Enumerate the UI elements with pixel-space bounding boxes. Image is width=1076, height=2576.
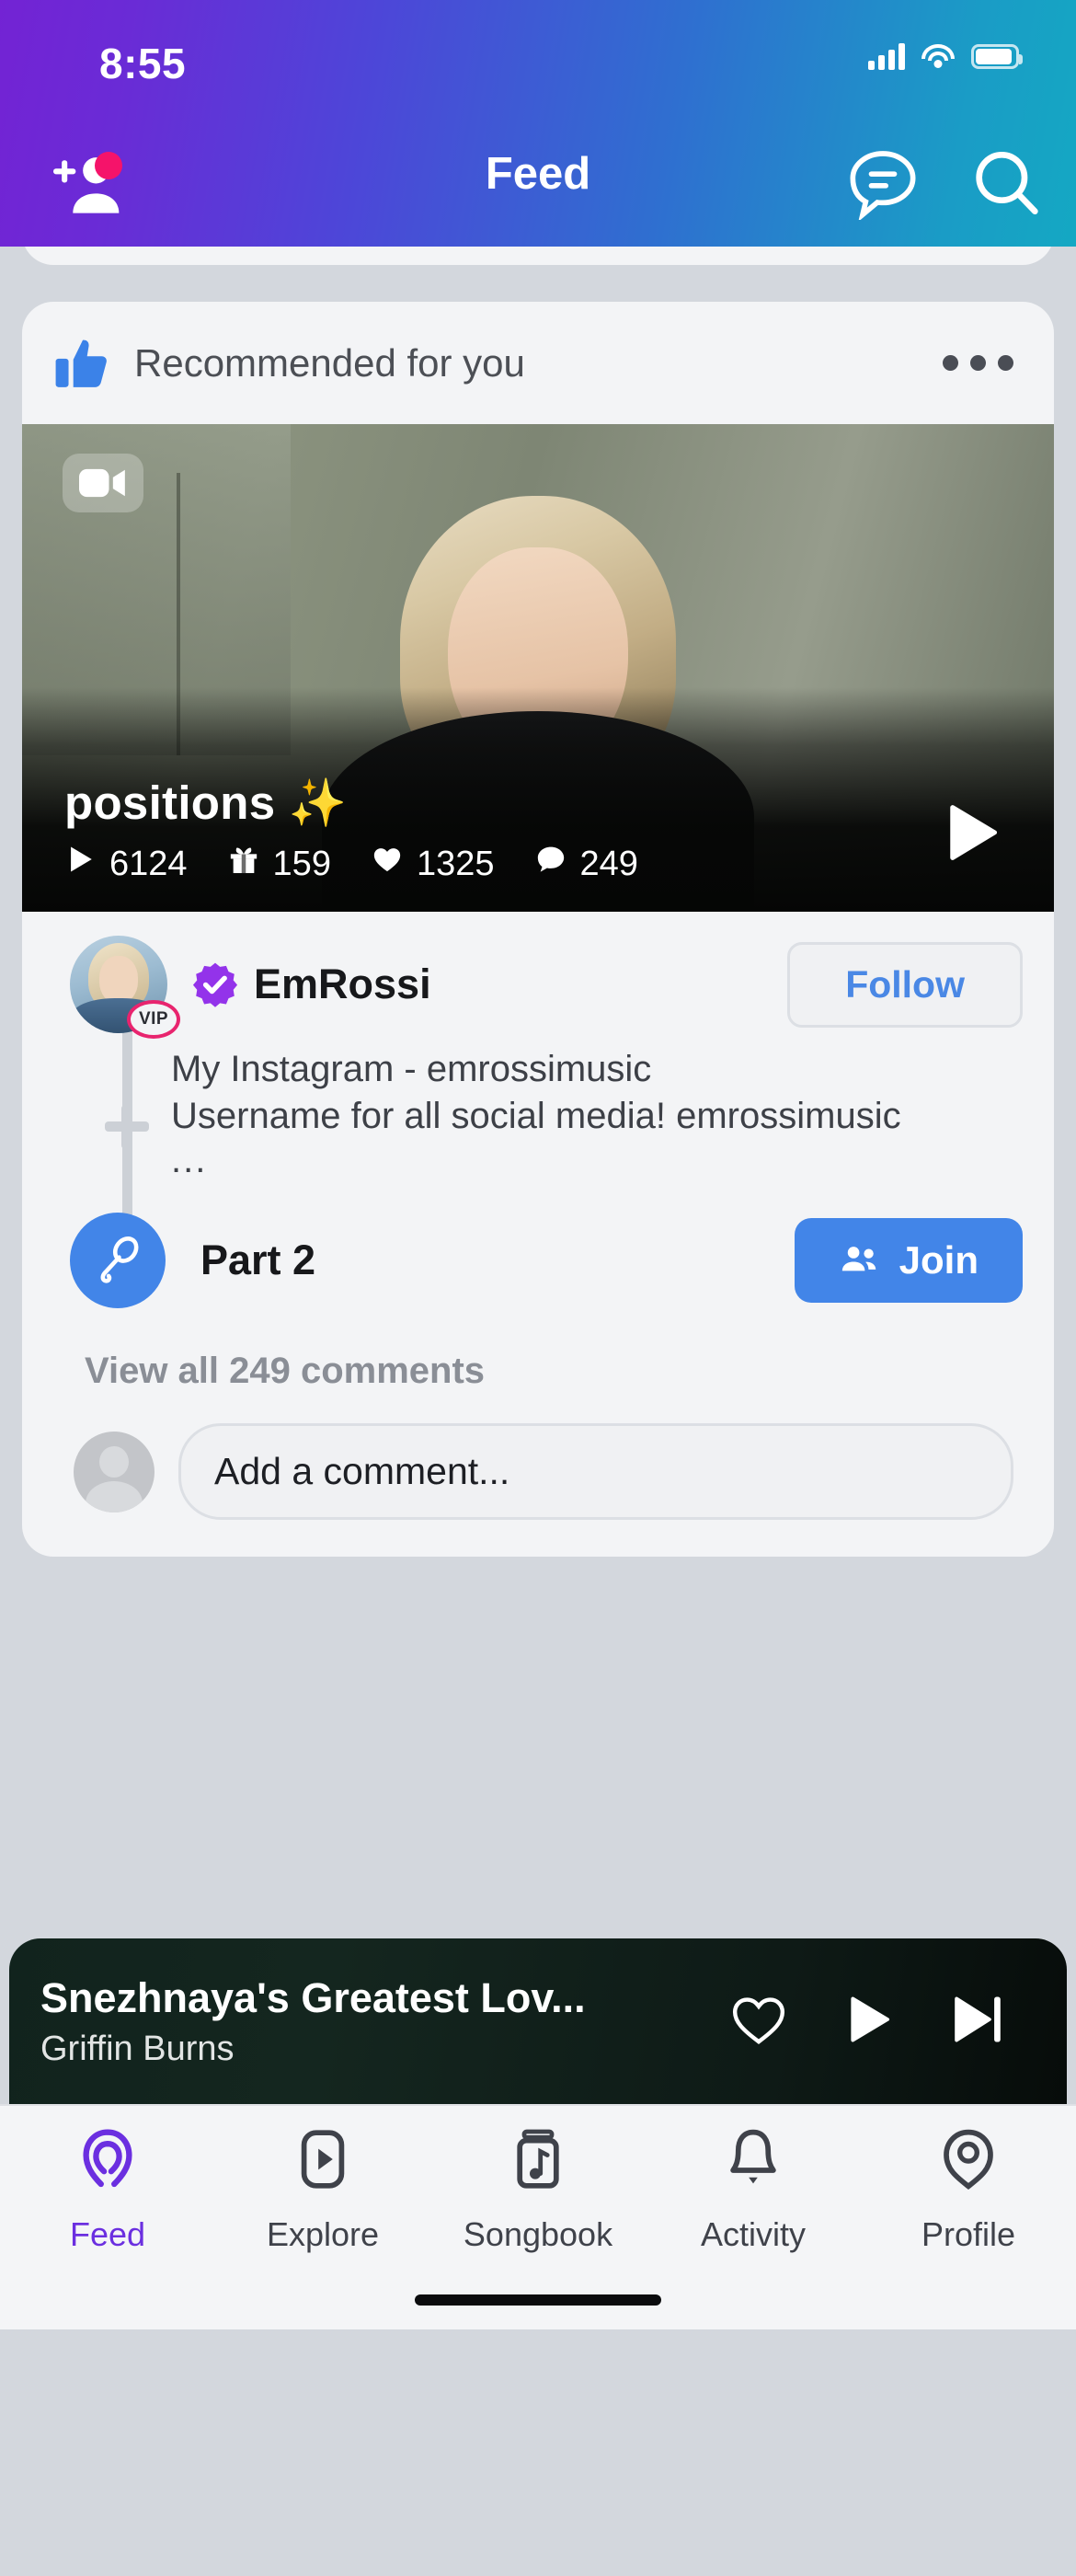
battery-icon	[971, 43, 1023, 69]
stat-comments-value: 249	[579, 844, 638, 883]
default-avatar-icon	[74, 1431, 155, 1512]
stat-likes: 1325	[372, 844, 495, 884]
status-time: 8:55	[99, 40, 187, 87]
stat-plays-value: 6124	[109, 844, 188, 883]
description-line-1: My Instagram - emrossimusic	[171, 1049, 652, 1089]
skip-next-icon[interactable]	[949, 1991, 1006, 2053]
cellular-signal-icon	[868, 42, 905, 70]
tab-feed-label: Feed	[69, 2215, 146, 2253]
home-indicator	[415, 2294, 661, 2306]
gift-icon	[228, 844, 259, 884]
feed-icon	[74, 2126, 141, 2201]
top-bar: 8:55 Feed	[0, 0, 1076, 247]
wifi-icon	[921, 43, 955, 69]
comment-input[interactable]	[178, 1423, 1013, 1521]
video-info-overlay: positions ✨ 6124 159 1325 249	[64, 776, 638, 884]
description-ellipsis[interactable]: ...	[171, 1140, 999, 1181]
stat-gifts: 159	[228, 844, 331, 884]
author-row: VIP EmRossi Follow	[22, 912, 1054, 1039]
post-card-header: Recommended for you	[22, 302, 1054, 424]
bell-icon	[720, 2126, 786, 2201]
explore-icon	[290, 2126, 356, 2201]
tab-explore-label: Explore	[266, 2215, 380, 2253]
video-title: positions ✨	[64, 776, 348, 829]
profile-icon	[935, 2126, 1002, 2201]
play-icon	[64, 844, 96, 884]
add-comment-row	[22, 1392, 1054, 1557]
search-icon[interactable]	[969, 146, 1043, 220]
stat-likes-value: 1325	[416, 844, 495, 883]
avatar[interactable]: VIP	[70, 936, 180, 1039]
comment-icon	[535, 844, 567, 884]
post-description[interactable]: My Instagram - emrossimusic Username for…	[22, 1033, 1054, 1181]
thumbs-up-icon	[53, 335, 110, 392]
microphone-icon[interactable]	[70, 1213, 166, 1309]
play-icon[interactable]	[841, 1991, 898, 2053]
songbook-icon	[505, 2126, 571, 2201]
verified-badge-icon	[191, 960, 239, 1008]
join-button-label: Join	[899, 1238, 979, 1282]
people-icon	[839, 1238, 881, 1282]
tab-profile[interactable]: Profile	[861, 2126, 1076, 2254]
stat-comments: 249	[535, 844, 638, 884]
mini-player-controls	[728, 1989, 1030, 2054]
tab-songbook[interactable]: Songbook	[430, 2126, 646, 2254]
messages-icon[interactable]	[846, 146, 920, 222]
description-line-2: Username for all social media! emrossimu…	[171, 1096, 901, 1137]
join-button[interactable]: Join	[794, 1218, 1023, 1304]
video-camera-icon	[63, 454, 143, 512]
part-label: Part 2	[200, 1236, 316, 1284]
mini-player[interactable]: Snezhnaya's Greatest Lov... Griffin Burn…	[9, 1938, 1067, 2104]
status-indicators	[868, 42, 1023, 70]
mini-player-title: Snezhnaya's Greatest Lov...	[40, 1973, 586, 2021]
heart-outline-icon[interactable]	[728, 1989, 789, 2054]
video-play-button[interactable]	[938, 799, 1006, 871]
follow-button[interactable]: Follow	[787, 941, 1023, 1028]
tab-feed[interactable]: Feed	[0, 2126, 215, 2254]
view-all-comments-link[interactable]: View all 249 comments	[22, 1308, 1054, 1392]
stat-plays: 6124	[64, 844, 188, 884]
stat-gifts-value: 159	[272, 844, 331, 883]
more-options-icon[interactable]	[943, 355, 1023, 371]
status-bar: 8:55	[0, 0, 1076, 115]
tab-activity-label: Activity	[700, 2215, 806, 2253]
tab-profile-label: Profile	[921, 2215, 1016, 2253]
post-body: VIP EmRossi Follow My Instagram - emross…	[22, 912, 1054, 1557]
author-username[interactable]: EmRossi	[254, 960, 431, 1008]
tab-activity[interactable]: Activity	[646, 2126, 861, 2254]
video-preview[interactable]: positions ✨ 6124 159 1325 249	[22, 424, 1054, 912]
mini-player-meta: Snezhnaya's Greatest Lov... Griffin Burn…	[40, 1974, 728, 2069]
tab-songbook-label: Songbook	[463, 2215, 613, 2253]
nav-bar: Feed	[0, 115, 1076, 247]
tab-explore[interactable]: Explore	[215, 2126, 430, 2254]
mini-player-artist: Griffin Burns	[40, 2029, 235, 2068]
heart-icon	[372, 844, 403, 884]
post-card: Recommended for you positions ✨ 6124 159…	[22, 302, 1054, 1558]
part-row: Part 2 Join	[22, 1181, 1054, 1309]
video-stats: 6124 159 1325 249	[64, 844, 638, 884]
recommended-label: Recommended for you	[134, 340, 525, 385]
